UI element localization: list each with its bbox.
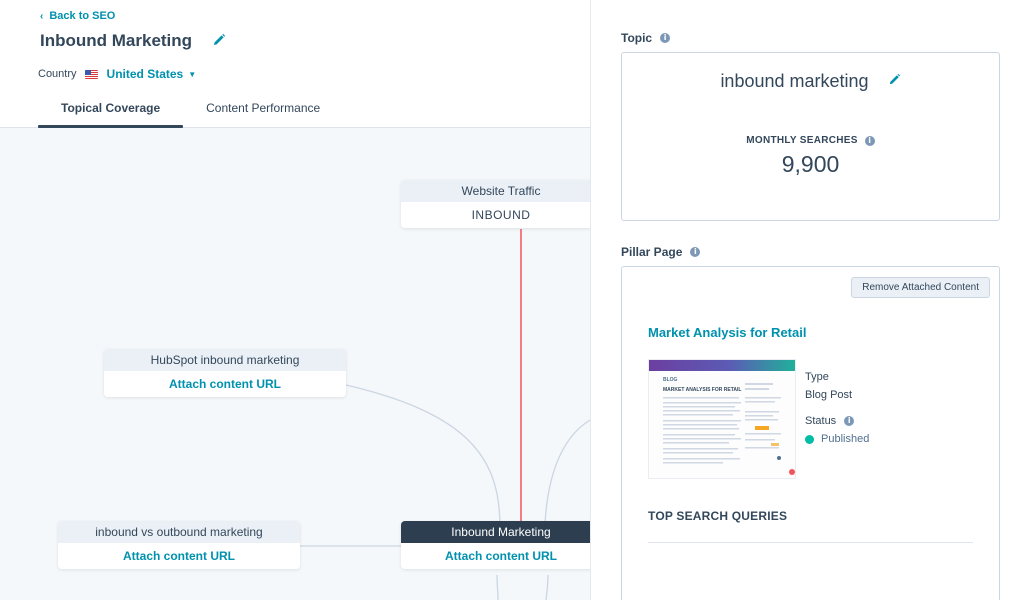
top-search-queries-heading: TOP SEARCH QUERIES (648, 509, 788, 523)
monthly-searches-value: 9,900 (781, 151, 840, 177)
page-title: Inbound Marketing (40, 31, 193, 50)
status-value-row: Published (805, 433, 869, 445)
pillar-page-thumbnail[interactable]: BLOG MARKET ANALYSIS FOR RETAIL (648, 359, 796, 479)
attach-content-url-link[interactable]: Attach content URL (123, 549, 235, 563)
info-icon[interactable]: i (844, 416, 855, 426)
chevron-left-icon: ‹ (40, 10, 44, 22)
pillar-page-title-link[interactable]: Market Analysis for Retail (648, 325, 806, 340)
node-website-traffic[interactable]: Website Traffic INBOUND (401, 180, 590, 228)
status-value: Published (821, 433, 870, 445)
back-link-label: Back to SEO (49, 10, 116, 22)
topic-name-row: inbound marketing (622, 71, 999, 92)
tab-topical-coverage[interactable]: Topical Coverage (38, 96, 184, 128)
node-body: Attach content URL (104, 371, 346, 397)
back-to-seo-link[interactable]: ‹ Back to SEO (40, 10, 115, 22)
topic-label: Topic (621, 31, 653, 45)
type-label: Type (805, 371, 829, 383)
pencil-icon[interactable] (212, 33, 226, 47)
topic-name: inbound marketing (720, 71, 869, 91)
page-header: ‹ Back to SEO Inbound Marketing Country … (0, 0, 590, 128)
country-value: United States (106, 67, 184, 81)
tab-bar: Topical Coverage Content Performance (38, 96, 343, 128)
connector-down-left (496, 574, 499, 600)
node-head: inbound vs outbound marketing (58, 521, 300, 543)
status-published-dot (805, 434, 814, 444)
monthly-searches-label-row: MONTHLY SEARCHES i (622, 135, 999, 146)
node-hubspot-inbound-marketing[interactable]: HubSpot inbound marketing Attach content… (104, 349, 346, 397)
caret-down-icon: ▼ (188, 69, 197, 79)
node-inbound-vs-outbound[interactable]: inbound vs outbound marketing Attach con… (58, 521, 300, 569)
info-icon[interactable]: i (660, 33, 671, 43)
node-body: INBOUND (401, 202, 590, 228)
topic-cluster-canvas[interactable]: Website Traffic INBOUND HubSpot inbound … (0, 129, 590, 600)
remove-attached-content-button[interactable]: Remove Attached Content (851, 277, 990, 298)
node-inbound-marketing-pillar[interactable]: Inbound Marketing Attach content URL (401, 521, 590, 569)
pencil-icon[interactable] (888, 73, 901, 86)
info-icon[interactable]: i (690, 247, 701, 257)
pillar-page-section-label: Pillar Page i (621, 245, 701, 259)
node-body: Attach content URL (58, 543, 300, 569)
country-row: Country United States ▼ (38, 67, 196, 81)
topic-card: inbound marketing MONTHLY SEARCHES i 9,9… (621, 52, 1000, 221)
node-head: HubSpot inbound marketing (104, 349, 346, 371)
topic-details-panel: Topic i inbound marketing MONTHLY SEARCH… (590, 0, 1030, 600)
attach-content-url-link[interactable]: Attach content URL (445, 549, 557, 563)
node-head: Inbound Marketing (401, 521, 590, 543)
info-icon[interactable]: i (864, 135, 875, 146)
type-value: Blog Post (805, 389, 853, 401)
status-label-row: Status i (805, 415, 855, 427)
country-dropdown[interactable]: United States ▼ (107, 67, 197, 81)
connector-right (544, 419, 590, 525)
node-head: Website Traffic (401, 180, 590, 202)
node-body: Attach content URL (401, 543, 590, 569)
thumbnail-banner (649, 360, 795, 371)
topic-section-label: Topic i (621, 31, 671, 45)
us-flag-icon (84, 69, 98, 79)
connector-down-right (545, 574, 549, 600)
divider (648, 542, 973, 543)
thumbnail-text-lines (663, 383, 795, 475)
attach-content-url-link[interactable]: Attach content URL (169, 377, 281, 391)
tab-content-performance[interactable]: Content Performance (183, 96, 343, 128)
connector-left-upper (345, 384, 501, 528)
pillar-page-label: Pillar Page (621, 245, 683, 259)
country-label: Country (38, 68, 77, 80)
monthly-searches-label: MONTHLY SEARCHES (746, 135, 858, 146)
status-label: Status (805, 415, 837, 427)
pillar-page-card: Remove Attached Content Market Analysis … (621, 266, 1000, 600)
